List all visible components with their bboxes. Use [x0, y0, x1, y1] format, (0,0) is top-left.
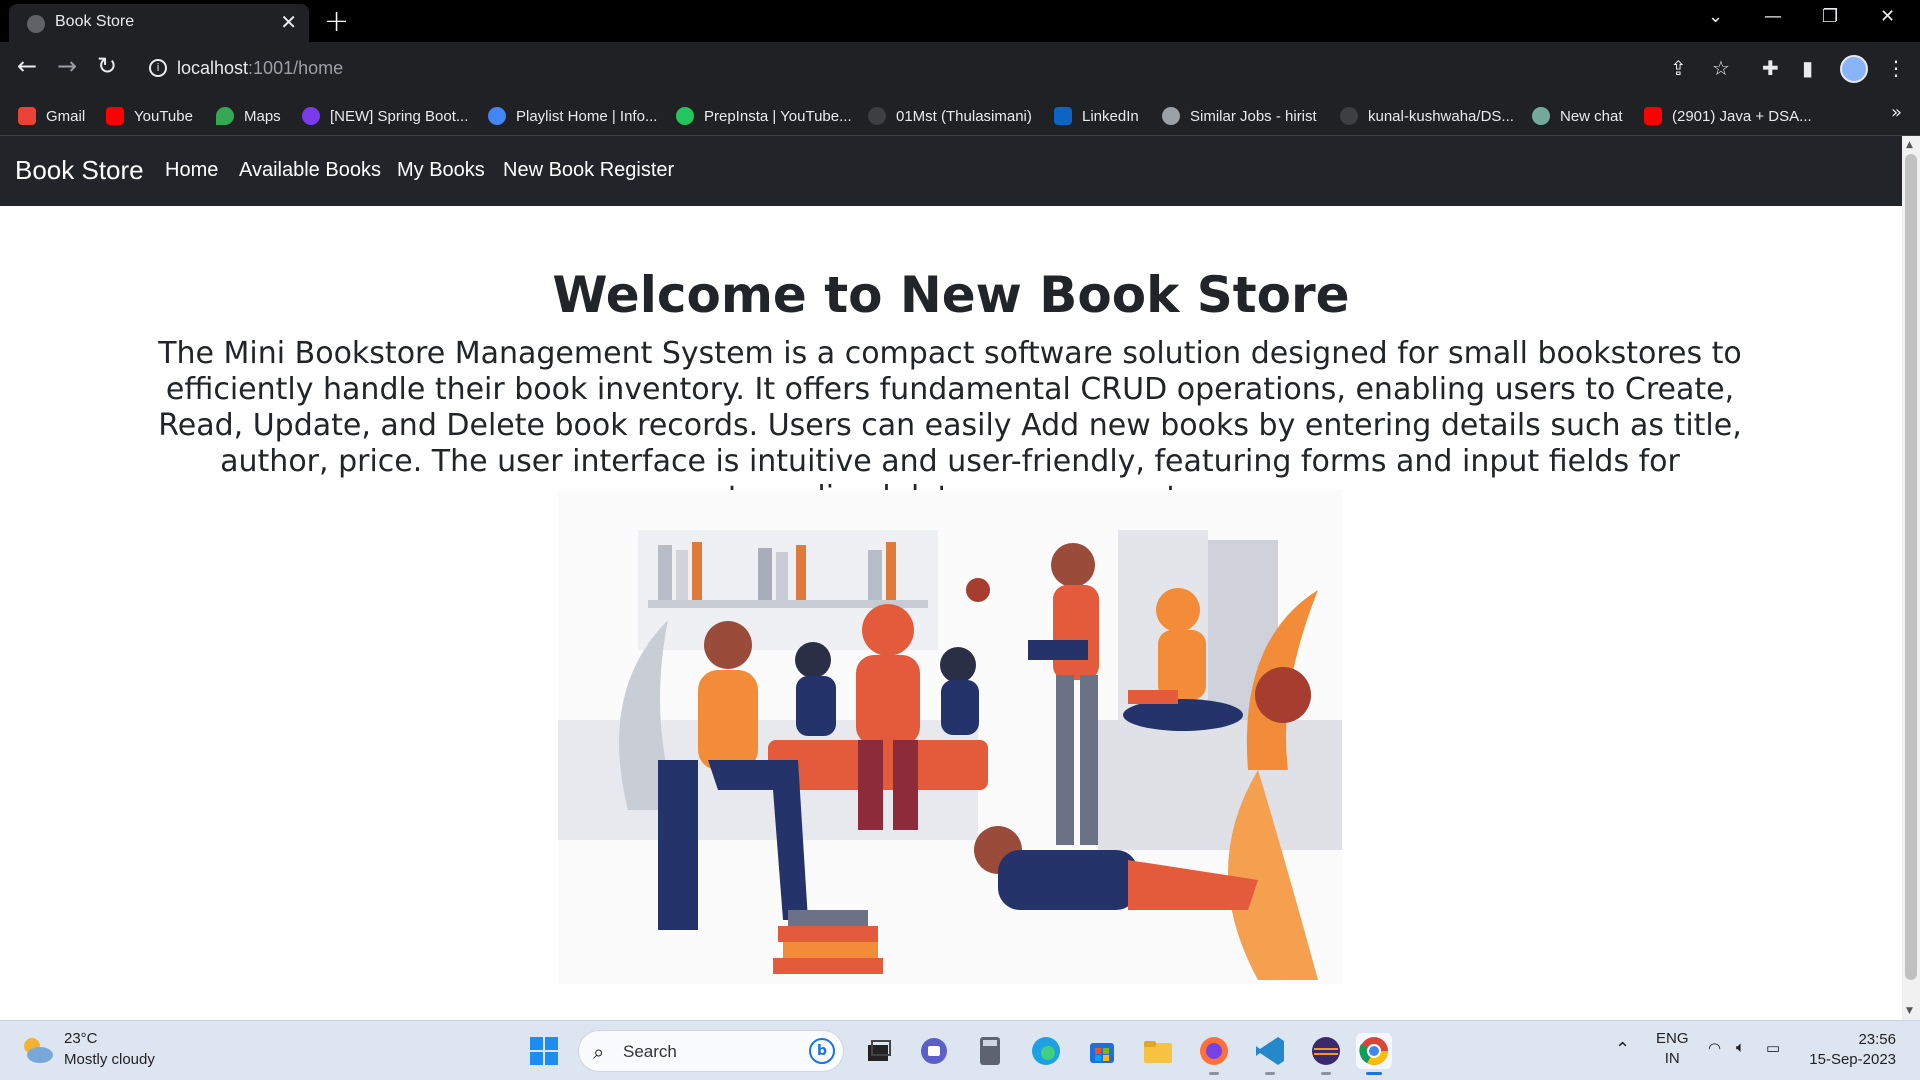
maps-icon — [216, 107, 234, 125]
extensions-icon[interactable]: ✚ — [1762, 56, 1779, 80]
reload-icon[interactable]: ↻ — [90, 52, 124, 80]
udemy-icon — [302, 107, 320, 125]
nav-available-books[interactable]: Available Books — [239, 159, 381, 182]
chatgpt-icon — [1532, 107, 1550, 125]
share-icon[interactable]: ⇪ — [1670, 56, 1687, 80]
running-indicator — [1209, 1072, 1219, 1075]
show-hidden-icons-icon[interactable]: ⌃ — [1615, 1039, 1630, 1060]
teams-chat-icon[interactable] — [916, 1033, 952, 1069]
restore-icon[interactable]: ❐ — [1822, 6, 1838, 27]
playlist-site-icon — [488, 107, 506, 125]
bookmark-star-icon[interactable]: ☆ — [1712, 56, 1730, 80]
cloudy-weather-icon[interactable] — [20, 1035, 54, 1065]
page-title: Welcome to New Book Store — [552, 266, 1350, 324]
new-tab-button[interactable]: + — [324, 4, 349, 39]
bookmark-01mst[interactable]: 01Mst (Thulasimani) — [868, 104, 1032, 128]
menu-icon[interactable]: ⋮ — [1886, 56, 1906, 80]
close-tab-icon[interactable]: ✕ — [280, 10, 297, 34]
reading-people-illustration — [558, 490, 1342, 984]
bookmark-hirist[interactable]: Similar Jobs - hirist — [1162, 104, 1317, 128]
page-content: Welcome to New Book Store The Mini Books… — [0, 206, 1902, 1020]
weather-temperature: 23°C — [64, 1030, 98, 1047]
running-indicator — [1265, 1072, 1275, 1075]
side-panel-icon[interactable]: ▮ — [1802, 56, 1813, 80]
bookmark-kunal-kushwaha[interactable]: kunal-kushwaha/DS... — [1340, 104, 1514, 128]
back-icon[interactable]: ← — [10, 52, 44, 80]
nav-new-book-register[interactable]: New Book Register — [503, 159, 674, 182]
store-icon[interactable] — [1084, 1033, 1120, 1069]
system-clock[interactable]: 23:56 15-Sep-2023 — [1809, 1030, 1896, 1070]
address-bar[interactable]: i localhost:1001/home — [135, 50, 1725, 88]
minimize-icon[interactable]: — — [1764, 6, 1782, 27]
more-bookmarks-icon[interactable]: » — [1891, 102, 1902, 123]
youtube-icon — [106, 107, 124, 125]
bookmark-maps[interactable]: Maps — [216, 104, 281, 128]
brand-link[interactable]: Book Store — [15, 155, 144, 186]
hirist-icon — [1162, 107, 1180, 125]
bookmark-linkedin[interactable]: LinkedIn — [1054, 104, 1139, 128]
volume-icon[interactable]: 🔈︎ — [1736, 1039, 1745, 1056]
bookmark-spring-boot[interactable]: [NEW] Spring Boot... — [302, 104, 468, 128]
browser-toolbar: ← → ↻ i localhost:1001/home ⇪ ☆ ✚ ▮ ⋮ — [0, 42, 1920, 96]
site-info-icon[interactable]: i — [149, 59, 167, 77]
bookmark-gmail[interactable]: Gmail — [18, 104, 85, 128]
bookmark-playlist-home[interactable]: Playlist Home | Info... — [488, 104, 657, 128]
search-placeholder: Search — [623, 1042, 677, 1061]
forward-icon[interactable]: → — [50, 52, 84, 80]
github-icon — [1340, 107, 1358, 125]
bookmark-prepinsta[interactable]: PrepInsta | YouTube... — [676, 104, 852, 128]
eclipse-icon[interactable] — [1308, 1033, 1344, 1075]
running-indicator — [1321, 1072, 1331, 1075]
tab-search-icon[interactable]: ⌄ — [1708, 6, 1723, 27]
scroll-up-icon[interactable]: ▲ — [1906, 140, 1913, 150]
page-scrollbar[interactable]: ▲ ▼ — [1902, 136, 1920, 1020]
language-indicator[interactable]: ENG IN — [1656, 1029, 1689, 1069]
url-text: localhost:1001/home — [177, 58, 344, 78]
browser-tab[interactable]: Book Store ✕ — [9, 4, 309, 42]
calculator-icon[interactable] — [972, 1033, 1008, 1069]
clock-date: 15-Sep-2023 — [1809, 1051, 1896, 1068]
active-indicator — [1366, 1072, 1382, 1075]
prepinsta-icon — [676, 107, 694, 125]
search-icon: ⌕ — [593, 1040, 605, 1064]
file-explorer-icon[interactable] — [1140, 1033, 1176, 1069]
profile-avatar[interactable] — [1840, 55, 1868, 83]
scroll-down-icon[interactable]: ▼ — [1906, 1006, 1913, 1016]
scroll-thumb[interactable] — [1905, 154, 1917, 980]
youtube-icon — [1644, 107, 1662, 125]
bing-icon[interactable]: b — [809, 1038, 835, 1064]
linkedin-icon — [1054, 107, 1072, 125]
battery-icon[interactable]: ▭ — [1766, 1039, 1780, 1057]
weather-condition: Mostly cloudy — [64, 1051, 155, 1068]
bookmark-java-dsa[interactable]: (2901) Java + DSA... — [1644, 104, 1812, 128]
bookmark-new-chat[interactable]: New chat — [1532, 104, 1623, 128]
close-window-icon[interactable]: ✕ — [1880, 6, 1895, 27]
browser-tabstrip: Book Store ✕ + ⌄ — ❐ ✕ — [0, 0, 1920, 42]
firefox-icon[interactable] — [1196, 1033, 1232, 1075]
gmail-icon — [18, 107, 36, 125]
windows-taskbar: 23°C Mostly cloudy ⌕ Search b ⌃ ENG IN ◠ … — [0, 1020, 1920, 1080]
tab-title: Book Store — [55, 13, 135, 30]
nav-my-books[interactable]: My Books — [397, 159, 485, 182]
bookmarks-bar: Gmail YouTube Maps [NEW] Spring Boot... … — [0, 96, 1920, 136]
vscode-icon[interactable] — [1252, 1033, 1288, 1075]
taskbar-search[interactable]: ⌕ Search b — [578, 1030, 844, 1072]
page-description: The Mini Bookstore Management System is … — [158, 336, 1742, 515]
wifi-icon[interactable]: ◠ — [1708, 1039, 1721, 1057]
edge-icon[interactable] — [1028, 1033, 1064, 1069]
github-icon — [868, 107, 886, 125]
task-view-icon[interactable] — [860, 1033, 896, 1069]
clock-time: 23:56 — [1858, 1031, 1896, 1048]
globe-icon — [27, 15, 45, 33]
windows-start-icon[interactable] — [530, 1037, 558, 1065]
app-navbar: Book Store Home Available Books My Books… — [0, 136, 1902, 206]
nav-home[interactable]: Home — [165, 159, 218, 182]
chrome-icon[interactable] — [1356, 1033, 1392, 1075]
bookmark-youtube[interactable]: YouTube — [106, 104, 193, 128]
